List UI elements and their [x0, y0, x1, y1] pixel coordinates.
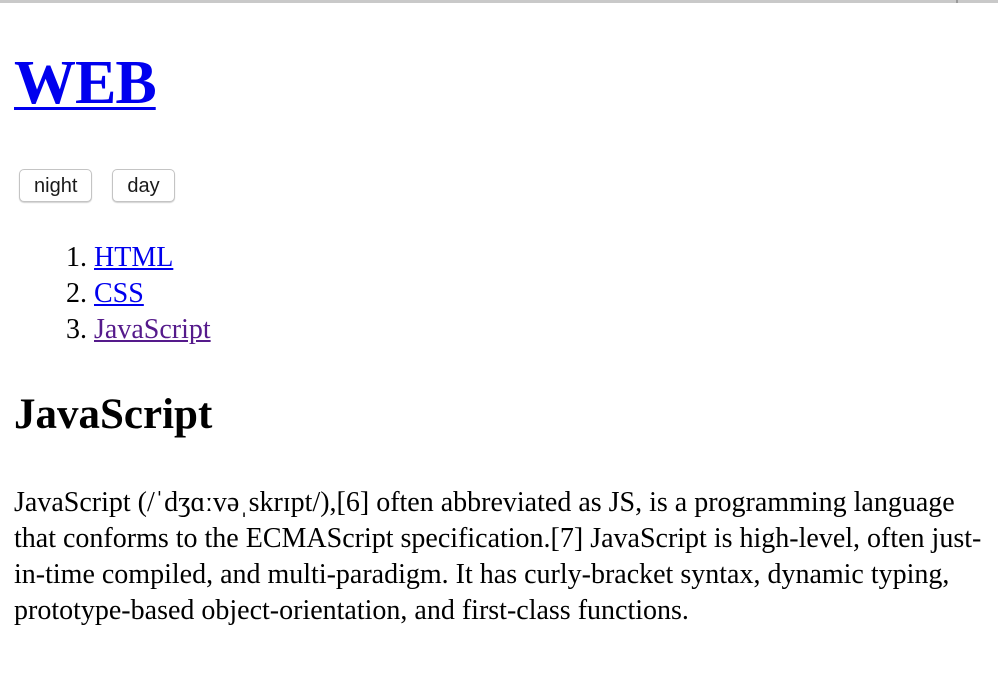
browser-top-border-notch [956, 0, 958, 3]
nav-link-html[interactable]: HTML [94, 242, 173, 273]
nav-item-css: CSS [94, 276, 211, 312]
mode-buttons: night day [19, 169, 175, 202]
day-mode-button[interactable]: day [112, 169, 175, 202]
article-body: JavaScript (/ˈdʒɑːvəˌskrɪpt/),[6] often … [14, 487, 982, 626]
nav-link-css[interactable]: CSS [94, 278, 144, 309]
browser-top-border [0, 0, 998, 3]
nav-link-javascript[interactable]: JavaScript [94, 314, 211, 345]
nav-item-javascript: JavaScript [94, 312, 211, 348]
site-title-link[interactable]: WEB [14, 49, 157, 117]
night-mode-button[interactable]: night [19, 169, 93, 202]
site-title: WEB [14, 47, 157, 119]
nav-list: HTML CSS JavaScript [14, 240, 211, 348]
article-title: JavaScript [14, 391, 213, 438]
nav-item-html: HTML [94, 240, 211, 276]
